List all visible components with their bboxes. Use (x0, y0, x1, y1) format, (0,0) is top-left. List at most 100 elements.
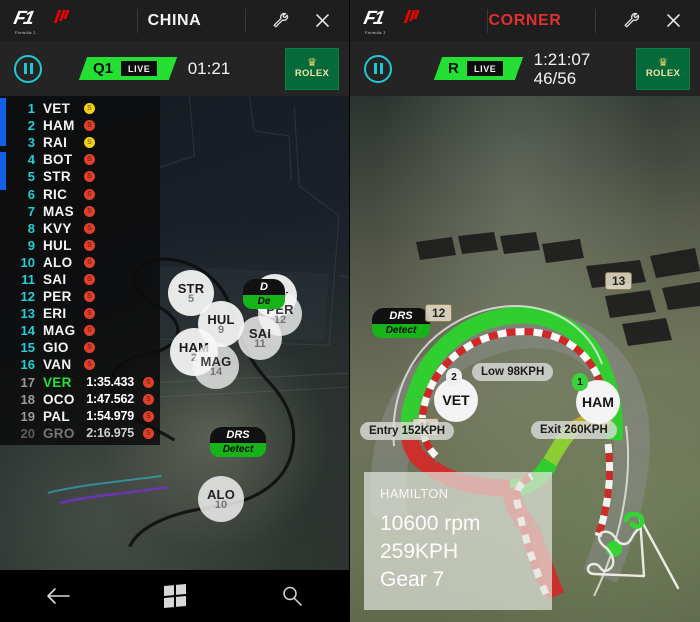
telemetry-driver-name: HAMILTON (380, 486, 449, 501)
driver-abbreviation: ALO (43, 254, 73, 270)
driver-position: 13 (20, 306, 35, 322)
driver-position: 14 (20, 323, 35, 339)
close-icon[interactable] (311, 10, 333, 32)
map-marker-sai[interactable]: SAI 11 (238, 316, 282, 360)
driver-abbreviation: PAL (43, 408, 70, 424)
driver-abbreviation: RIC (43, 186, 68, 202)
driver-position: 19 (20, 408, 35, 424)
left-map-body[interactable]: STR 5 HUL 9 HAM 2 MAG 14 KVY (0, 96, 349, 570)
right-pane-corner-view: F1 Formula 1 CORNER R LIVE 1:21:07 46/56… (350, 0, 700, 622)
tyre-compound-icon: S (84, 137, 95, 149)
corner-number-12[interactable]: 12 (425, 304, 453, 322)
map-marker-alo[interactable]: ALO 10 (198, 476, 244, 522)
tyre-compound-icon: S (84, 273, 95, 285)
tyre-compound-icon: S (84, 188, 95, 200)
tyre-compound-icon: S (143, 393, 154, 405)
driver-position: 11 (21, 271, 35, 287)
tyre-compound-icon: S (84, 291, 95, 303)
timing-row-alo[interactable]: 10 ALO S (0, 254, 160, 271)
lap-counter: 46/56 (533, 68, 577, 88)
driver-position: 10 (20, 254, 35, 270)
driver-abbreviation: VET (43, 101, 71, 117)
timing-row-ham[interactable]: 2 HAM S (0, 117, 160, 134)
left-session-bar: Q1 LIVE 01:21 ♛ ROLEX (0, 41, 349, 96)
corner-number-13[interactable]: 13 (605, 272, 633, 290)
tyre-compound-icon: S (143, 410, 154, 422)
driver-position: 15 (20, 340, 35, 356)
pause-icon[interactable] (364, 54, 392, 83)
map-marker-mag[interactable]: MAG 14 (193, 343, 239, 389)
timing-row-kvy[interactable]: 8 KVY S (0, 220, 160, 237)
f1-logo-icon: F1 Formula 1 (12, 8, 70, 35)
wrench-icon[interactable] (269, 10, 291, 32)
timing-row-str[interactable]: 5 STR S (0, 168, 160, 185)
driver-abbreviation: RAI (43, 135, 68, 151)
driver-position: 17 (20, 374, 35, 390)
driver-abbreviation: GIO (43, 340, 69, 356)
tyre-compound-icon: S (84, 120, 95, 132)
driver-abbreviation: HAM (43, 118, 75, 134)
driver-abbreviation: VER (43, 374, 72, 390)
tyre-compound-icon: S (143, 427, 154, 439)
timing-row-pal[interactable]: 19 PAL S 1:54.979 (0, 408, 160, 425)
timing-row-eri[interactable]: 13 ERI S (0, 305, 160, 322)
pause-icon[interactable] (14, 54, 42, 83)
drs-detect-marker-main[interactable]: DRS Detect (210, 427, 266, 457)
live-badge: LIVE (121, 61, 158, 76)
timing-tower[interactable]: 1 VET S 2 HAM S 3 RAI S 4 BOT S 5 STR S 6 RIC S 7 MAS S 8 KVY S… (0, 96, 160, 445)
timing-row-hul[interactable]: 9 HUL S (0, 237, 160, 254)
back-arrow-icon[interactable] (38, 580, 78, 612)
timing-row-gio[interactable]: 15 GIO S (0, 339, 160, 356)
tyre-compound-icon: S (84, 205, 95, 217)
session-label: R (448, 60, 460, 77)
driver-position: 1 (27, 101, 35, 117)
windows-logo-icon[interactable] (155, 580, 195, 612)
timing-row-mag[interactable]: 14 MAG S (0, 322, 160, 339)
tyre-compound-icon: S (143, 376, 154, 388)
tyre-compound-icon: S (84, 325, 95, 337)
tyre-compound-icon: S (84, 308, 95, 320)
f1-logo-icon: F1 Formula 1 (362, 8, 420, 35)
timing-row-vet[interactable]: 1 VET S (0, 100, 160, 117)
circuit-minimap[interactable] (582, 512, 692, 612)
driver-position: 7 (27, 203, 35, 219)
timing-row-bot[interactable]: 4 BOT S (0, 151, 160, 168)
driver-position: 4 (27, 152, 35, 168)
timing-row-oco[interactable]: 18 OCO S 1:47.562 (0, 391, 160, 408)
corner-3d-view[interactable]: DRS Detect 11 12 13 Entry 152KPH Low 98K… (350, 96, 700, 622)
timing-row-ric[interactable]: 6 RIC S (0, 185, 160, 202)
session-clock: 01:21 (187, 59, 231, 78)
left-pane-china-map: F1 Formula 1 CHINA Q1 LIVE 01:21 ♛ ROLEX… (0, 0, 350, 622)
tyre-compound-icon: S (84, 103, 95, 115)
timing-row-sai[interactable]: 11 SAI S (0, 271, 160, 288)
wrench-icon[interactable] (620, 10, 642, 32)
driver-position: 16 (20, 357, 35, 373)
timing-row-per[interactable]: 12 PER S (0, 288, 160, 305)
timing-row-ver[interactable]: 17 VER S 1:35.433 (0, 374, 160, 391)
driver-abbreviation: MAG (43, 323, 76, 339)
driver-abbreviation: SAI (43, 271, 67, 287)
search-icon[interactable] (272, 580, 312, 612)
driver-abbreviation: STR (43, 169, 71, 185)
timing-row-rai[interactable]: 3 RAI S (0, 134, 160, 151)
driver-abbreviation: GRO (43, 425, 75, 441)
drs-detect-marker-secondary[interactable]: D De (243, 279, 285, 309)
timing-row-gro[interactable]: 20 GRO S 2:16.975 (0, 425, 160, 442)
tyre-compound-icon: S (84, 256, 95, 268)
timing-row-mas[interactable]: 7 MAS S (0, 203, 160, 220)
right-corner-body[interactable]: DRS Detect 11 12 13 Entry 152KPH Low 98K… (350, 96, 700, 622)
session-flag-button[interactable]: R LIVE (434, 57, 524, 80)
driver-position: 3 (27, 135, 35, 151)
driver-position: 8 (27, 220, 35, 236)
low-speed-label: Low 98KPH (472, 363, 554, 381)
session-flag-button[interactable]: Q1 LIVE (79, 57, 178, 80)
telemetry-rpm: 10600 rpm (380, 512, 481, 535)
entry-speed-label: Entry 152KPH (360, 422, 455, 440)
rolex-sponsor-logo: ♛ ROLEX (636, 47, 690, 90)
system-navigation-bar (0, 570, 349, 622)
close-icon[interactable] (662, 10, 684, 32)
drs-detect-marker[interactable]: DRS Detect (372, 308, 430, 338)
timing-row-van[interactable]: 16 VAN S (0, 356, 160, 373)
app-root: F1 Formula 1 CHINA Q1 LIVE 01:21 ♛ ROLEX… (0, 0, 700, 622)
live-badge: LIVE (467, 61, 504, 76)
